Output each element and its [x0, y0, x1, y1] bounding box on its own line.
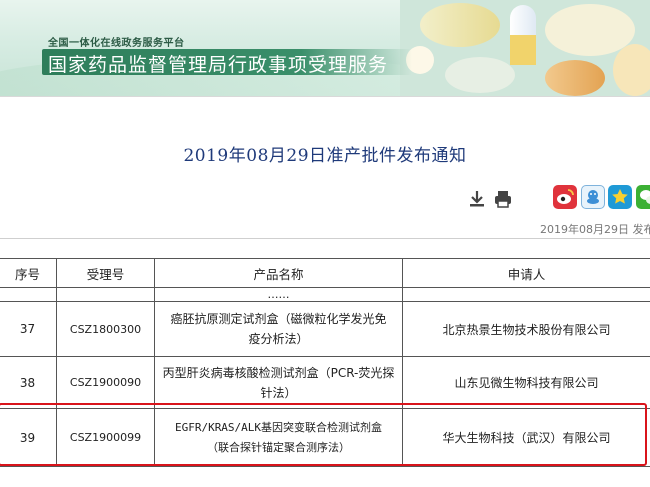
header-no: 序号 — [0, 258, 57, 288]
row-code: CSZ1900090 — [56, 356, 155, 409]
header-product: 产品名称 — [154, 258, 403, 288]
publish-date: 2019年08月29日 发布 — [540, 223, 650, 236]
header-banner: 全国一体化在线政务服务平台 国家药品监督管理局行政事项受理服务 — [0, 0, 650, 96]
row-no: 39 — [0, 408, 57, 467]
qq-icon[interactable] — [581, 185, 605, 209]
row-applicant: 北京热景生物技术股份有限公司 — [402, 301, 650, 357]
table-header-row: 序号 受理号 产品名称 申请人 — [0, 258, 650, 288]
portal-label: 全国一体化在线政务服务平台 — [48, 38, 185, 49]
pills-illustration — [400, 0, 650, 96]
row-product: EGFR/KRAS/ALK基因突变联合检测试剂盒 （联合探针锚定聚合测序法） — [154, 408, 403, 467]
table-row-ellipsis: …… — [0, 287, 650, 302]
row-code: CSZ1900099 — [56, 408, 155, 467]
row-applicant: 山东见微生物科技有限公司 — [402, 356, 650, 409]
site-title: 国家药品监督管理局行政事项受理服务 — [48, 54, 389, 76]
row-no: 38 — [0, 356, 57, 409]
header-applicant: 申请人 — [402, 258, 650, 288]
print-icon[interactable] — [492, 188, 514, 210]
weibo-icon[interactable] — [553, 185, 577, 209]
favorite-star-icon[interactable] — [608, 185, 632, 209]
content-divider — [0, 238, 650, 239]
row-applicant: 华大生物科技（武汉）有限公司 — [402, 408, 650, 467]
download-icon[interactable] — [466, 188, 488, 210]
table-row: 37 CSZ1800300 癌胚抗原测定试剂盒（磁微粒化学发光免 疫分析法） 北… — [0, 301, 650, 357]
notice-title: 2019年08月29日准产批件发布通知 — [183, 146, 467, 166]
ellipsis-text: …… — [154, 287, 403, 302]
header-code: 受理号 — [56, 258, 155, 288]
row-product: 癌胚抗原测定试剂盒（磁微粒化学发光免 疫分析法） — [154, 301, 403, 357]
approval-table: 序号 受理号 产品名称 申请人 …… 37 CSZ1800300 癌胚抗原测定试… — [0, 258, 650, 467]
header-divider — [0, 96, 650, 97]
row-no: 37 — [0, 301, 57, 357]
table-row: 39 CSZ1900099 EGFR/KRAS/ALK基因突变联合检测试剂盒 （… — [0, 408, 650, 467]
row-product: 丙型肝炎病毒核酸检测试剂盒（PCR-荧光探 针法） — [154, 356, 403, 409]
wechat-icon[interactable] — [636, 185, 650, 209]
table-row: 38 CSZ1900090 丙型肝炎病毒核酸检测试剂盒（PCR-荧光探 针法） … — [0, 356, 650, 409]
row-code: CSZ1800300 — [56, 301, 155, 357]
